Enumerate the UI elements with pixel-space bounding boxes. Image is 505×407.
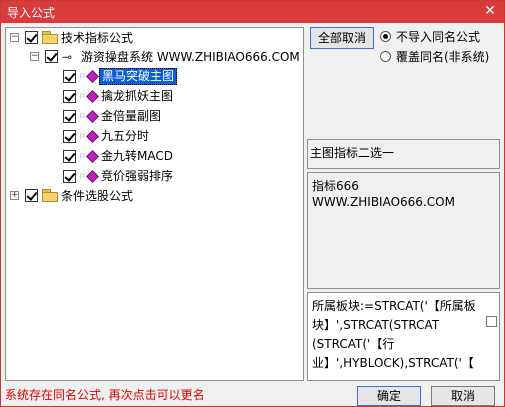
formula-type-icon: ⚐ (79, 172, 87, 181)
radio-overwrite[interactable]: 覆盖同名(非系统) (380, 49, 500, 65)
import-formula-dialog: 导入公式 ✕ − 技术指标公式 − ⊸ 游资操盘系统 WWW.ZHIBIAO66… (0, 0, 505, 407)
formula-type-icon: ⚐ (79, 72, 87, 81)
checkbox-checked[interactable] (63, 110, 76, 123)
tree-item[interactable]: ⚐ 金倍量副图 (6, 106, 303, 126)
checkbox-checked[interactable] (63, 150, 76, 163)
tree-node-tech-indicators[interactable]: − 技术指标公式 (6, 28, 303, 48)
folder-icon (42, 189, 58, 202)
description-line: WWW.ZHIBIAO666.COM (312, 195, 455, 209)
window-title: 导入公式 (7, 6, 56, 20)
checkbox-checked[interactable] (63, 70, 76, 83)
radio-button[interactable] (380, 51, 391, 62)
tree-item-label: 金倍量副图 (101, 109, 162, 123)
formula-description-pane[interactable]: 指标666 WWW.ZHIBIAO666.COM (307, 172, 500, 289)
cancel-button[interactable]: 取消 (431, 386, 495, 406)
tree-item-label-selected: 黑马突破主图 (99, 68, 178, 85)
tree-item[interactable]: ⚐ 金九转MACD (6, 146, 303, 166)
tree-node-label: 游资操盘系统 WWW.ZHIBIAO666.COM (81, 50, 300, 64)
status-message: 系统存在同名公式, 再次点击可以更名 (5, 388, 205, 402)
formula-diamond-icon (86, 150, 99, 163)
formula-diamond-icon (86, 90, 99, 103)
code-line: 所属板块:=STRCAT('【所属板 (312, 299, 476, 313)
checkbox-checked[interactable] (25, 31, 38, 44)
code-line: 块】',STRCAT(STRCAT (312, 318, 440, 332)
formula-diamond-icon (86, 70, 99, 83)
radio-button-selected[interactable] (380, 31, 391, 42)
formula-type-icon: ⚐ (79, 92, 87, 101)
formula-code-pane[interactable]: 所属板块:=STRCAT('【所属板 块】',STRCAT(STRCAT (ST… (307, 292, 500, 381)
tree-item[interactable]: ⚐ 竞价强弱排序 (6, 166, 303, 186)
formula-diamond-icon (86, 170, 99, 183)
formula-type-icon: ⚐ (79, 112, 87, 121)
radio-no-import[interactable]: 不导入同名公式 (380, 29, 500, 45)
tree-item[interactable]: ⚐ 黑马突破主图 (6, 66, 303, 86)
tree-item-label: 竞价强弱排序 (101, 169, 174, 183)
formula-type-icon: ⚐ (79, 152, 87, 161)
tree-item-label: 金九转MACD (101, 149, 173, 163)
collapse-icon[interactable]: − (30, 52, 39, 61)
checkbox-checked[interactable] (63, 90, 76, 103)
tree-node-label: 条件选股公式 (61, 189, 134, 203)
tree-item-label: 九五分时 (101, 129, 150, 143)
tree-node-system[interactable]: − ⊸ 游资操盘系统 WWW.ZHIBIAO666.COM (6, 47, 303, 67)
code-line: (STRCAT('【行 (312, 337, 395, 351)
checkbox[interactable] (486, 316, 497, 327)
close-icon[interactable]: ✕ (482, 3, 498, 19)
tree-item[interactable]: ⚐ 九五分时 (6, 126, 303, 146)
collapse-icon[interactable]: − (10, 33, 19, 42)
formula-tree[interactable]: − 技术指标公式 − ⊸ 游资操盘系统 WWW.ZHIBIAO666.COM ⚐… (5, 27, 304, 381)
code-line: 业】',HYBLOCK),STRCAT('【 (312, 356, 474, 370)
title-bar: 导入公式 ✕ (1, 1, 504, 23)
folder-icon (42, 31, 58, 44)
tree-item[interactable]: ⚐ 擒龙抓妖主图 (6, 86, 303, 106)
checkbox-checked[interactable] (45, 50, 58, 63)
radio-label: 不导入同名公式 (396, 30, 481, 44)
checkbox-checked[interactable] (63, 130, 76, 143)
tree-node-label: 技术指标公式 (61, 31, 134, 45)
description-line: 指标666 (312, 179, 359, 193)
formula-note-pane: 主图指标二选一 (307, 139, 500, 169)
tree-item-label: 擒龙抓妖主图 (101, 89, 174, 103)
expand-icon[interactable]: + (10, 191, 19, 200)
formula-note: 主图指标二选一 (310, 146, 395, 160)
ok-button[interactable]: 确定 (357, 386, 421, 406)
checkbox-checked[interactable] (25, 189, 38, 202)
formula-diamond-icon (86, 110, 99, 123)
radio-label: 覆盖同名(非系统) (396, 50, 490, 64)
tree-node-stock-selection[interactable]: + 条件选股公式 (6, 186, 303, 206)
formula-type-icon: ⚐ (79, 132, 87, 141)
checkbox-checked[interactable] (63, 170, 76, 183)
key-icon: ⊸ (62, 50, 73, 64)
cancel-all-button[interactable]: 全部取消 (310, 27, 374, 49)
formula-diamond-icon (86, 130, 99, 143)
